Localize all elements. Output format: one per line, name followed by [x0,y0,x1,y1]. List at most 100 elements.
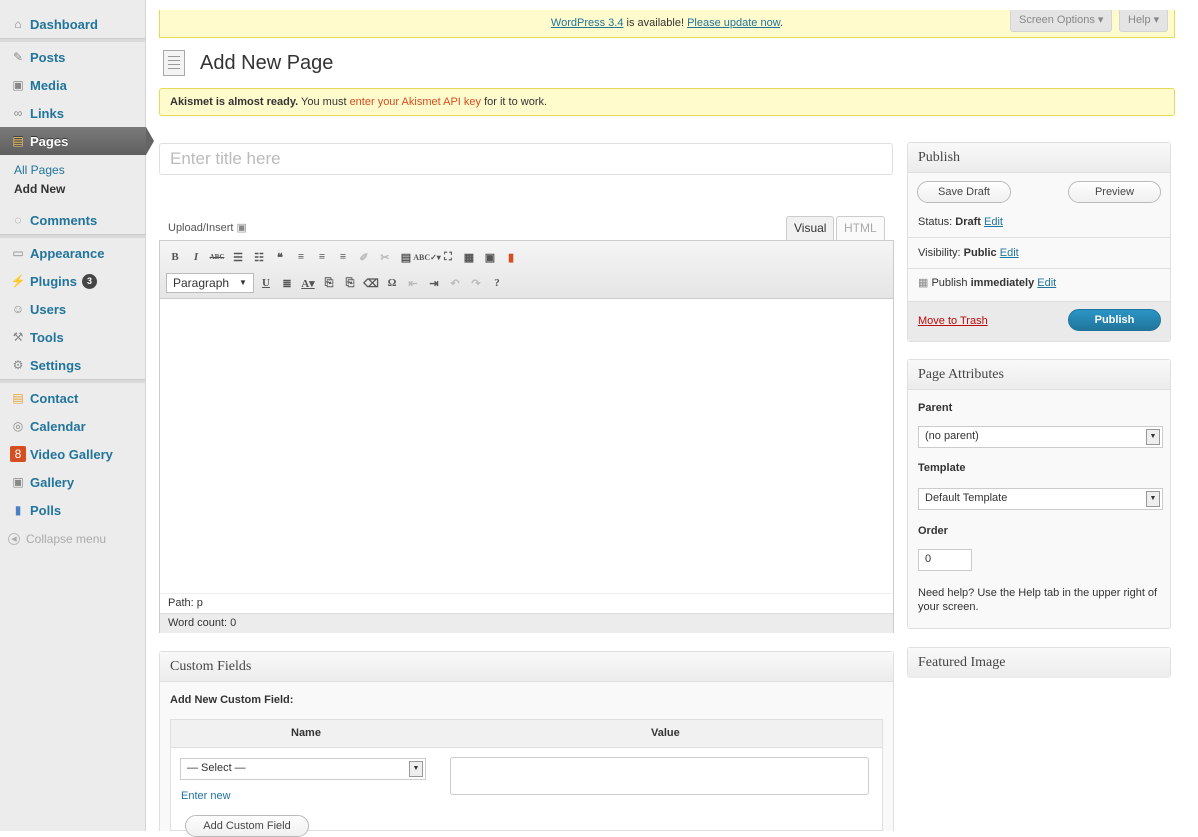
plug-icon: ⚡ [10,274,26,288]
save-draft-button[interactable]: Save Draft [917,181,1011,203]
unlink-icon[interactable]: ✂ [376,248,394,266]
align-left-icon[interactable]: ≡ [292,248,310,266]
align-center-icon[interactable]: ≡ [313,248,331,266]
wordpress-version-link[interactable]: WordPress 3.4 [551,17,624,29]
menu-dashboard[interactable]: ⌂ Dashboard [0,10,146,38]
screen-options-button[interactable]: Screen Options ▾ [1010,10,1113,32]
justify-icon[interactable]: ≣ [278,274,296,292]
pages-icon: ▤ [12,134,24,148]
enter-new-link[interactable]: Enter new [181,790,231,802]
featured-image-box[interactable]: Featured Image [907,647,1171,678]
help-button[interactable]: Help ▾ [1119,10,1169,32]
calendar-icon: ▦ [918,277,929,289]
italic-icon[interactable]: I [187,248,205,266]
menu-links[interactable]: ∞ Links [0,99,146,127]
underline-icon[interactable]: U [257,274,275,292]
collapse-menu[interactable]: ◀ Collapse menu [8,532,106,546]
blockquote-icon[interactable]: ❝ [271,248,289,266]
custom-field-value-textarea[interactable] [450,757,869,795]
move-to-trash-link[interactable]: Move to Trash [918,315,988,327]
help-icon[interactable]: ? [488,274,506,292]
text-color-icon[interactable]: A▾ [299,274,317,292]
preview-button[interactable]: Preview [1068,181,1161,203]
menu-separator [0,379,146,383]
publish-box-title: Publish [908,143,1170,173]
title-input[interactable]: Enter title here [159,143,893,175]
menu-contact[interactable]: ▤ Contact [0,384,146,412]
editor-body[interactable] [160,299,893,593]
publish-button[interactable]: Publish [1068,309,1161,331]
menu-settings[interactable]: ⚙ Settings [0,351,146,379]
add-custom-field-button[interactable]: Add Custom Field [185,815,309,837]
custom-field-name-select[interactable]: — Select — ▼ [180,758,426,780]
menu-calendar[interactable]: ◎ Calendar [0,412,146,440]
menu-posts[interactable]: ✎ Posts [0,43,146,71]
menu-media[interactable]: ▣ Media [0,71,146,99]
special-character-icon[interactable]: Ω [383,274,401,292]
edit-status-link[interactable]: Edit [984,216,1003,228]
order-input[interactable]: 0 [918,549,972,571]
paste-word-icon[interactable]: ⎘ [341,274,359,292]
update-now-link[interactable]: Please update now [687,17,780,29]
spellcheck-icon[interactable]: ABC✓▾ [413,248,441,266]
insert-media-icon[interactable]: ▣ [481,248,499,266]
status-value: Draft [955,216,981,228]
featured-image-title: Featured Image [908,648,1170,678]
submenu-all-pages[interactable]: All Pages [14,163,65,177]
menu-pages[interactable]: ▤ Pages [0,127,154,155]
page-attributes-box: Page Attributes Parent (no parent) ▼ Temp… [907,359,1171,629]
tab-html[interactable]: HTML [836,216,885,240]
tab-visual[interactable]: Visual [786,216,835,240]
content-editor: B I ABC ☰ ☷ ❝ ≡ ≡ ≡ ✐ ✂ ▤ ABC✓▾ ⛶ ▦ ▣ ▮ … [159,240,894,633]
contact-icon: ▤ [12,391,24,405]
poll-icon[interactable]: ▮ [502,248,520,266]
align-right-icon[interactable]: ≡ [334,248,352,266]
kitchen-sink-icon[interactable]: ▦ [460,248,478,266]
chevron-down-icon: ▼ [1146,429,1160,445]
menu-tools[interactable]: ⚒ Tools [0,323,146,351]
menu-video-gallery[interactable]: 8 Video Gallery [0,440,146,468]
parent-select[interactable]: (no parent) ▼ [918,426,1163,448]
numbered-list-icon[interactable]: ☷ [250,248,268,266]
akismet-api-key-link[interactable]: enter your Akismet API key [350,96,481,108]
settings-icon: ⚙ [12,358,24,372]
menu-polls[interactable]: ▮ Polls [0,496,146,524]
tools-icon: ⚒ [12,330,24,344]
parent-label: Parent [918,402,953,414]
attributes-help: Need help? Use the Help tab in the upper… [918,587,1158,613]
menu-plugins[interactable]: ⚡ Plugins 3 [0,267,146,295]
column-value: Value [651,727,680,739]
edit-publish-date-link[interactable]: Edit [1037,277,1056,289]
redo-icon[interactable]: ↷ [467,274,485,292]
strikethrough-icon[interactable]: ABC [208,248,226,266]
video-gallery-icon: 8 [10,446,26,462]
paste-text-icon[interactable]: ⎘ [320,274,338,292]
clear-formatting-icon[interactable]: ⌫ [362,274,380,292]
media-icon[interactable]: ▣ [237,222,247,234]
collapse-arrow-icon: ◀ [8,533,20,545]
undo-icon[interactable]: ↶ [446,274,464,292]
menu-appearance[interactable]: ▭ Appearance [0,239,146,267]
editor-toolbar: B I ABC ☰ ☷ ❝ ≡ ≡ ≡ ✐ ✂ ▤ ABC✓▾ ⛶ ▦ ▣ ▮ … [160,241,893,299]
menu-users[interactable]: ☺ Users [0,295,146,323]
fullscreen-icon[interactable]: ⛶ [439,248,457,266]
outdent-icon[interactable]: ⇤ [404,274,422,292]
template-select[interactable]: Default Template ▼ [918,488,1163,510]
gallery-icon: ▣ [12,475,24,489]
custom-fields-box: Custom Fields Add New Custom Field: Name… [159,651,894,837]
indent-icon[interactable]: ⇥ [425,274,443,292]
order-label: Order [918,525,948,537]
upload-insert[interactable]: Upload/Insert ▣ [168,221,247,234]
menu-gallery[interactable]: ▣ Gallery [0,468,146,496]
submenu-add-new[interactable]: Add New [14,182,65,196]
menu-comments[interactable]: ◌ Comments [0,206,146,234]
add-custom-field-heading: Add New Custom Field: [170,694,294,706]
custom-fields-title: Custom Fields [160,652,893,682]
edit-visibility-link[interactable]: Edit [1000,247,1019,259]
editor-path: Path: p [160,593,893,613]
bullet-list-icon[interactable]: ☰ [229,248,247,266]
bold-icon[interactable]: B [166,248,184,266]
format-select[interactable]: Paragraph ▼ [166,273,254,293]
link-icon[interactable]: ✐ [355,248,373,266]
page-title: Add New Page [200,52,334,74]
